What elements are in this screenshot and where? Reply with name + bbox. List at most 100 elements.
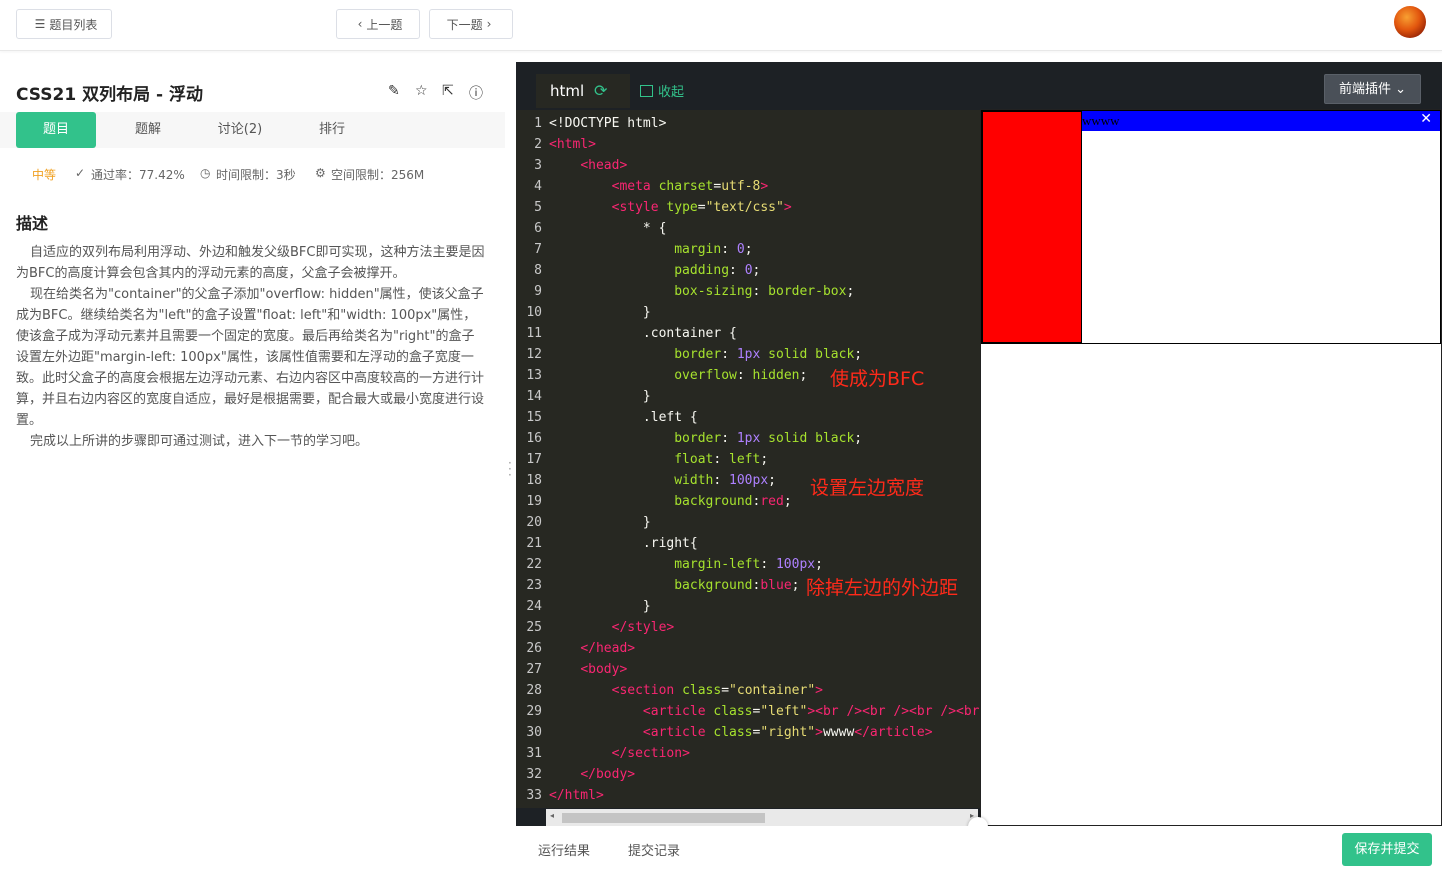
problem-list-button[interactable]: ☰ 题目列表 (16, 9, 112, 39)
star-icon[interactable]: ☆ (415, 83, 428, 99)
problem-list-label: 题目列表 (49, 17, 98, 32)
line-number: 8 (534, 263, 542, 278)
line-text: <meta charset=utf-8> (611, 179, 769, 194)
line-text: <section class="container"> (611, 683, 823, 698)
preview-container: wwww ✕ (981, 110, 1441, 344)
line-text: } (549, 515, 651, 530)
line-number: 3 (534, 158, 542, 173)
line-number: 26 (526, 641, 542, 656)
problem-title: CSS21 双列布局 - 浮动 (16, 85, 203, 105)
line-text: box-sizing: border-box; (674, 284, 855, 299)
description-heading: 描述 (16, 214, 49, 233)
line-number: 21 (526, 536, 542, 551)
line-text: <html> (549, 137, 596, 152)
pass-rate: 通过率：77.42% (91, 168, 185, 182)
tab-html[interactable]: html ⟳ (536, 74, 630, 108)
line-text: } (549, 305, 651, 320)
chevron-left-icon: ‹ (357, 17, 363, 31)
line-number: 12 (526, 347, 542, 362)
line-text: float: left; (674, 452, 769, 467)
prev-problem-button[interactable]: ‹ 上一题 (336, 9, 420, 39)
line-text: </section> (611, 746, 690, 761)
chevron-right-icon: › (486, 17, 492, 31)
line-number: 23 (526, 578, 542, 593)
line-number: 9 (534, 284, 542, 299)
scrollbar-thumb[interactable] (562, 813, 765, 823)
line-number: 6 (534, 221, 542, 236)
tab-problem[interactable]: 题目 (16, 112, 96, 148)
memory-icon: ⚙ (315, 166, 326, 180)
description-paragraph: 现在给类名为"container"的父盒子添加"overflow: hidden… (16, 287, 485, 428)
line-number: 25 (526, 620, 542, 635)
edit-icon[interactable]: ✎ (388, 83, 400, 99)
line-text: margin: 0; (674, 242, 753, 257)
panel-resize-handle[interactable]: · · · (508, 457, 512, 481)
line-number: 16 (526, 431, 542, 446)
line-text: <article class="right">wwww</article> (642, 725, 933, 740)
line-text: width: 100px; (674, 473, 776, 488)
line-number: 11 (526, 326, 542, 341)
collapse-button[interactable]: 收起 (640, 81, 684, 100)
line-text: border: 1px solid black; (674, 431, 863, 446)
problem-tabs: 题目 题解 讨论(2) 排行 (0, 112, 505, 148)
collapse-label: 收起 (658, 85, 685, 100)
line-number: 14 (526, 389, 542, 404)
plugin-label: 前端插件 (1338, 82, 1391, 97)
line-number: 18 (526, 473, 542, 488)
line-text: .right{ (549, 536, 698, 551)
refresh-icon[interactable]: ⟳ (594, 74, 607, 108)
tab-solutions[interactable]: 题解 (108, 112, 188, 148)
next-problem-button[interactable]: 下一题 › (429, 9, 513, 39)
difficulty-badge: 中等 (32, 168, 57, 182)
clock-icon: ◷ (200, 166, 211, 180)
line-number: 4 (534, 179, 542, 194)
tab-ranking[interactable]: 排行 (292, 112, 372, 148)
line-text: padding: 0; (674, 263, 761, 278)
avatar[interactable] (1394, 6, 1426, 38)
line-number: 31 (526, 746, 542, 761)
line-text: </body> (580, 767, 636, 782)
next-problem-label: 下一题 (446, 17, 483, 32)
line-number: 30 (526, 725, 542, 740)
line-text: overflow: hidden; (674, 368, 808, 383)
line-text: border: 1px solid black; (674, 347, 863, 362)
line-text: } (549, 389, 651, 404)
external-link-icon[interactable]: ⇱ (442, 83, 454, 99)
line-text: margin-left: 100px; (674, 557, 823, 572)
preview-right-text: wwww (1082, 113, 1120, 128)
line-number: 28 (526, 683, 542, 698)
horizontal-scrollbar[interactable]: ◂ ▸ (546, 809, 978, 826)
collapse-icon (640, 85, 653, 97)
bottom-bar: 运行结果 提交记录 保存并提交 (516, 826, 1442, 873)
line-text: </html> (549, 788, 604, 803)
line-number: 32 (526, 767, 542, 782)
check-circle-icon: ✓ (75, 166, 86, 180)
run-result-tab[interactable]: 运行结果 (538, 840, 590, 859)
line-text: </style> (611, 620, 675, 635)
scroll-left-icon[interactable]: ◂ (550, 811, 554, 820)
description-paragraph: 完成以上所讲的步骤即可通过测试，进入下一节的学习吧。 (30, 434, 369, 449)
tab-discussion[interactable]: 讨论(2) (200, 112, 280, 148)
problem-panel: CSS21 双列布局 - 浮动 ✎ ☆ ⇱ ⓘ 题目 题解 讨论(2) 排行 中… (0, 62, 505, 873)
info-icon[interactable]: ⓘ (469, 83, 483, 103)
line-number: 10 (526, 305, 542, 320)
line-number: 1 (534, 116, 542, 131)
close-icon[interactable]: ✕ (1420, 110, 1432, 130)
annotation-bfc: 使成为BFC (830, 368, 925, 390)
description-paragraph: 自适应的双列布局利用浮动、外边和触发父级BFC即可实现，这种方法主要是因为BFC… (16, 245, 485, 281)
line-text: .left { (549, 410, 698, 425)
preview-right-box: wwww ✕ (1082, 111, 1440, 131)
line-text: * { (549, 221, 667, 236)
chevron-down-icon: ⌄ (1395, 82, 1407, 97)
save-submit-button[interactable]: 保存并提交 (1342, 833, 1432, 866)
annotation-left-width: 设置左边宽度 (810, 477, 925, 499)
code-editor[interactable]: 1 <!DOCTYPE html> 2 <html> 3 <head> 4 <meta c… (516, 110, 980, 808)
memory-limit: 空间限制：256M (331, 168, 425, 182)
line-number: 27 (526, 662, 542, 677)
top-bar: ☰ 题目列表 ‹ 上一题 下一题 › (0, 0, 1442, 51)
line-number: 20 (526, 515, 542, 530)
line-number: 13 (526, 368, 542, 383)
submit-records-tab[interactable]: 提交记录 (628, 840, 680, 859)
frontend-plugin-dropdown[interactable]: 前端插件 ⌄ (1324, 74, 1421, 104)
line-text: .container { (549, 326, 737, 341)
